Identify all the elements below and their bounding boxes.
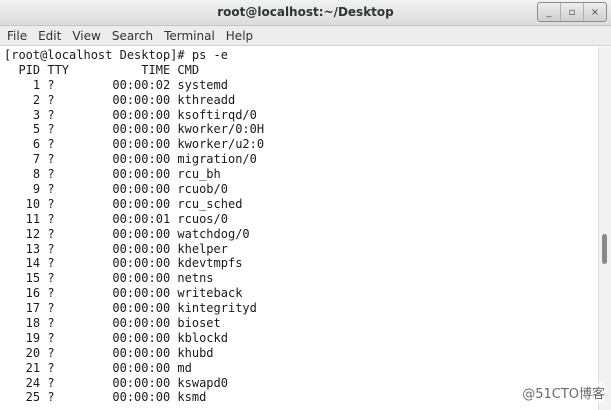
- process-line: 24 ? 00:00:00 kswapd0: [4, 375, 228, 390]
- menu-terminal[interactable]: Terminal: [160, 26, 219, 46]
- process-line: 10 ? 00:00:00 rcu_sched: [4, 196, 243, 211]
- menu-search[interactable]: Search: [108, 26, 157, 46]
- process-line: 17 ? 00:00:00 kintegrityd: [4, 301, 257, 316]
- process-line: 5 ? 00:00:00 kworker/0:0H: [4, 122, 265, 137]
- process-line: 6 ? 00:00:00 kworker/u2:0: [4, 137, 265, 152]
- menu-view[interactable]: View: [68, 26, 104, 46]
- process-line: 19 ? 00:00:00 kblockd: [4, 330, 228, 345]
- process-line: 15 ? 00:00:00 netns: [4, 271, 214, 286]
- process-line: 25 ? 00:00:00 ksmd: [4, 390, 207, 405]
- menu-bar: File Edit View Search Terminal Help: [0, 26, 611, 46]
- menu-help[interactable]: Help: [222, 26, 257, 46]
- process-line: 13 ? 00:00:00 khelper: [4, 241, 228, 256]
- process-line: 1 ? 00:00:02 systemd: [4, 77, 228, 92]
- process-line: 7 ? 00:00:00 migration/0: [4, 152, 257, 167]
- terminal-output[interactable]: [root@localhost Desktop]# ps -e PID TTY …: [0, 47, 598, 410]
- process-line: 9 ? 00:00:00 rcuob/0: [4, 182, 228, 197]
- prompt-line: [root@localhost Desktop]# ps -e: [4, 48, 228, 62]
- process-line: 18 ? 00:00:00 bioset: [4, 316, 221, 331]
- watermark: @51CTO博客: [522, 383, 605, 402]
- process-line: 12 ? 00:00:00 watchdog/0: [4, 226, 250, 241]
- process-line: 8 ? 00:00:00 rcu_bh: [4, 167, 221, 182]
- vertical-scrollbar[interactable]: [598, 47, 611, 410]
- menu-edit[interactable]: Edit: [34, 26, 65, 46]
- process-line: 14 ? 00:00:00 kdevtmpfs: [4, 256, 243, 271]
- window-title: root@localhost:~/Desktop: [217, 5, 394, 19]
- process-line: 11 ? 00:00:01 rcuos/0: [4, 211, 228, 226]
- title-bar: root@localhost:~/Desktop _ ▫ ×: [0, 0, 611, 26]
- close-icon[interactable]: ×: [583, 3, 606, 21]
- ps-header-line: PID TTY TIME CMD: [4, 62, 200, 77]
- scrollbar-thumb[interactable]: [602, 234, 607, 264]
- process-line: 21 ? 00:00:00 md: [4, 360, 192, 375]
- menu-file[interactable]: File: [3, 26, 31, 46]
- process-line: 20 ? 00:00:00 khubd: [4, 345, 214, 360]
- window-controls: _ ▫ ×: [537, 2, 607, 22]
- process-line: 16 ? 00:00:00 writeback: [4, 286, 243, 301]
- maximize-icon[interactable]: ▫: [560, 3, 583, 21]
- process-line: 3 ? 00:00:00 ksoftirqd/0: [4, 107, 257, 122]
- process-line: 2 ? 00:00:00 kthreadd: [4, 92, 236, 107]
- minimize-icon[interactable]: _: [538, 3, 560, 21]
